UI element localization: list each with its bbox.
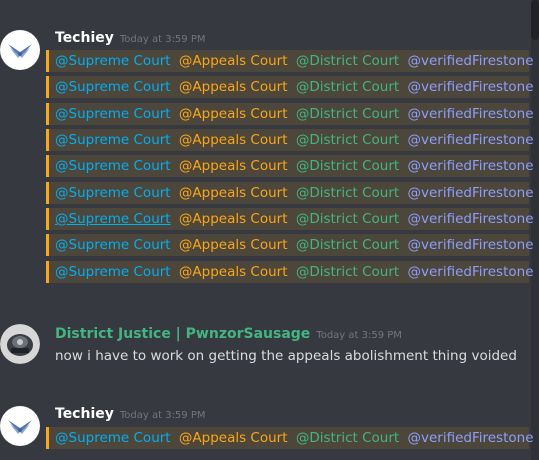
mention-district-court[interactable]: @District Court <box>296 185 399 201</box>
mention-line: @Supreme Court @Appeals Court @District … <box>46 234 534 256</box>
mention-line: @Supreme Court @Appeals Court @District … <box>46 76 534 98</box>
mention-district-court[interactable]: @District Court <box>296 158 399 174</box>
mention-appeals-court[interactable]: @Appeals Court <box>179 132 288 148</box>
mention-district-court[interactable]: @District Court <box>296 79 399 95</box>
mention-supreme-court[interactable]: @Supreme Court <box>55 211 171 227</box>
mention-supreme-court[interactable]: @Supreme Court <box>55 158 171 174</box>
avatar-district-justice[interactable] <box>0 324 40 364</box>
mention-verified-firestone[interactable]: @verifiedFirestone <box>407 132 533 148</box>
mention-district-court[interactable]: @District Court <box>296 211 399 227</box>
mention-supreme-court[interactable]: @Supreme Court <box>55 185 171 201</box>
mention-appeals-court[interactable]: @Appeals Court <box>179 53 288 69</box>
message-header: Techiey Today at 3:59 PM <box>55 404 206 424</box>
mention-line: @Supreme Court @Appeals Court @District … <box>46 261 534 283</box>
mention-district-court[interactable]: @District Court <box>296 264 399 280</box>
message-text: now i have to work on getting the appeal… <box>55 348 517 364</box>
mention-supreme-court[interactable]: @Supreme Court <box>55 79 171 95</box>
mention-supreme-court[interactable]: @Supreme Court <box>55 237 171 253</box>
mention-verified-firestone[interactable]: @verifiedFirestone <box>407 79 533 95</box>
mention-appeals-court[interactable]: @Appeals Court <box>179 211 288 227</box>
mention-verified-firestone[interactable]: @verifiedFirestone <box>407 106 533 122</box>
mention-verified-firestone[interactable]: @verifiedFirestone <box>407 237 533 253</box>
mention-verified-firestone[interactable]: @verifiedFirestone <box>407 430 533 446</box>
mention-verified-firestone[interactable]: @verifiedFirestone <box>407 264 533 280</box>
message-header: Techiey Today at 3:59 PM <box>55 28 206 48</box>
mention-appeals-court[interactable]: @Appeals Court <box>179 430 288 446</box>
mention-line: @Supreme Court @Appeals Court @District … <box>46 103 534 125</box>
mention-line: @Supreme Court @Appeals Court @District … <box>46 129 534 151</box>
username[interactable]: Techiey <box>55 404 114 424</box>
badge-avatar-icon <box>0 324 40 364</box>
mention-verified-firestone[interactable]: @verifiedFirestone <box>407 53 533 69</box>
mention-appeals-court[interactable]: @Appeals Court <box>179 185 288 201</box>
mention-district-court[interactable]: @District Court <box>296 53 399 69</box>
message-header: District Justice | PwnzorSausage Today a… <box>55 324 402 344</box>
mention-appeals-court[interactable]: @Appeals Court <box>179 237 288 253</box>
mention-supreme-court[interactable]: @Supreme Court <box>55 106 171 122</box>
mention-verified-firestone[interactable]: @verifiedFirestone <box>407 158 533 174</box>
mention-verified-firestone[interactable]: @verifiedFirestone <box>407 185 533 201</box>
username[interactable]: District Justice | PwnzorSausage <box>55 324 310 344</box>
mention-appeals-court[interactable]: @Appeals Court <box>179 264 288 280</box>
wings-logo-icon <box>8 420 32 434</box>
mention-line: @Supreme Court @Appeals Court @District … <box>46 50 534 72</box>
mention-supreme-court[interactable]: @Supreme Court <box>55 132 171 148</box>
mention-district-court[interactable]: @District Court <box>296 132 399 148</box>
mention-line: @Supreme Court @Appeals Court @District … <box>46 155 534 177</box>
mention-supreme-court[interactable]: @Supreme Court <box>55 53 171 69</box>
mention-district-court[interactable]: @District Court <box>296 106 399 122</box>
timestamp: Today at 3:59 PM <box>119 34 206 45</box>
mention-line: @Supreme Court @Appeals Court @District … <box>46 427 534 449</box>
avatar-techiey[interactable] <box>0 406 40 446</box>
mention-appeals-court[interactable]: @Appeals Court <box>179 106 288 122</box>
timestamp: Today at 3:59 PM <box>316 330 402 341</box>
mention-appeals-court[interactable]: @Appeals Court <box>179 79 288 95</box>
timestamp: Today at 3:59 PM <box>119 410 206 421</box>
mention-district-court[interactable]: @District Court <box>296 237 399 253</box>
mention-appeals-court[interactable]: @Appeals Court <box>179 158 288 174</box>
mention-line: @Supreme Court @Appeals Court @District … <box>46 182 534 204</box>
username[interactable]: Techiey <box>55 28 114 48</box>
avatar-techiey[interactable] <box>0 30 40 70</box>
wings-logo-icon <box>8 44 32 58</box>
mention-line: @Supreme Court @Appeals Court @District … <box>46 208 534 230</box>
mention-verified-firestone[interactable]: @verifiedFirestone <box>407 211 533 227</box>
scrollbar-thumb[interactable] <box>531 0 539 40</box>
mention-supreme-court[interactable]: @Supreme Court <box>55 264 171 280</box>
mention-district-court[interactable]: @District Court <box>296 430 399 446</box>
mention-supreme-court[interactable]: @Supreme Court <box>55 430 171 446</box>
